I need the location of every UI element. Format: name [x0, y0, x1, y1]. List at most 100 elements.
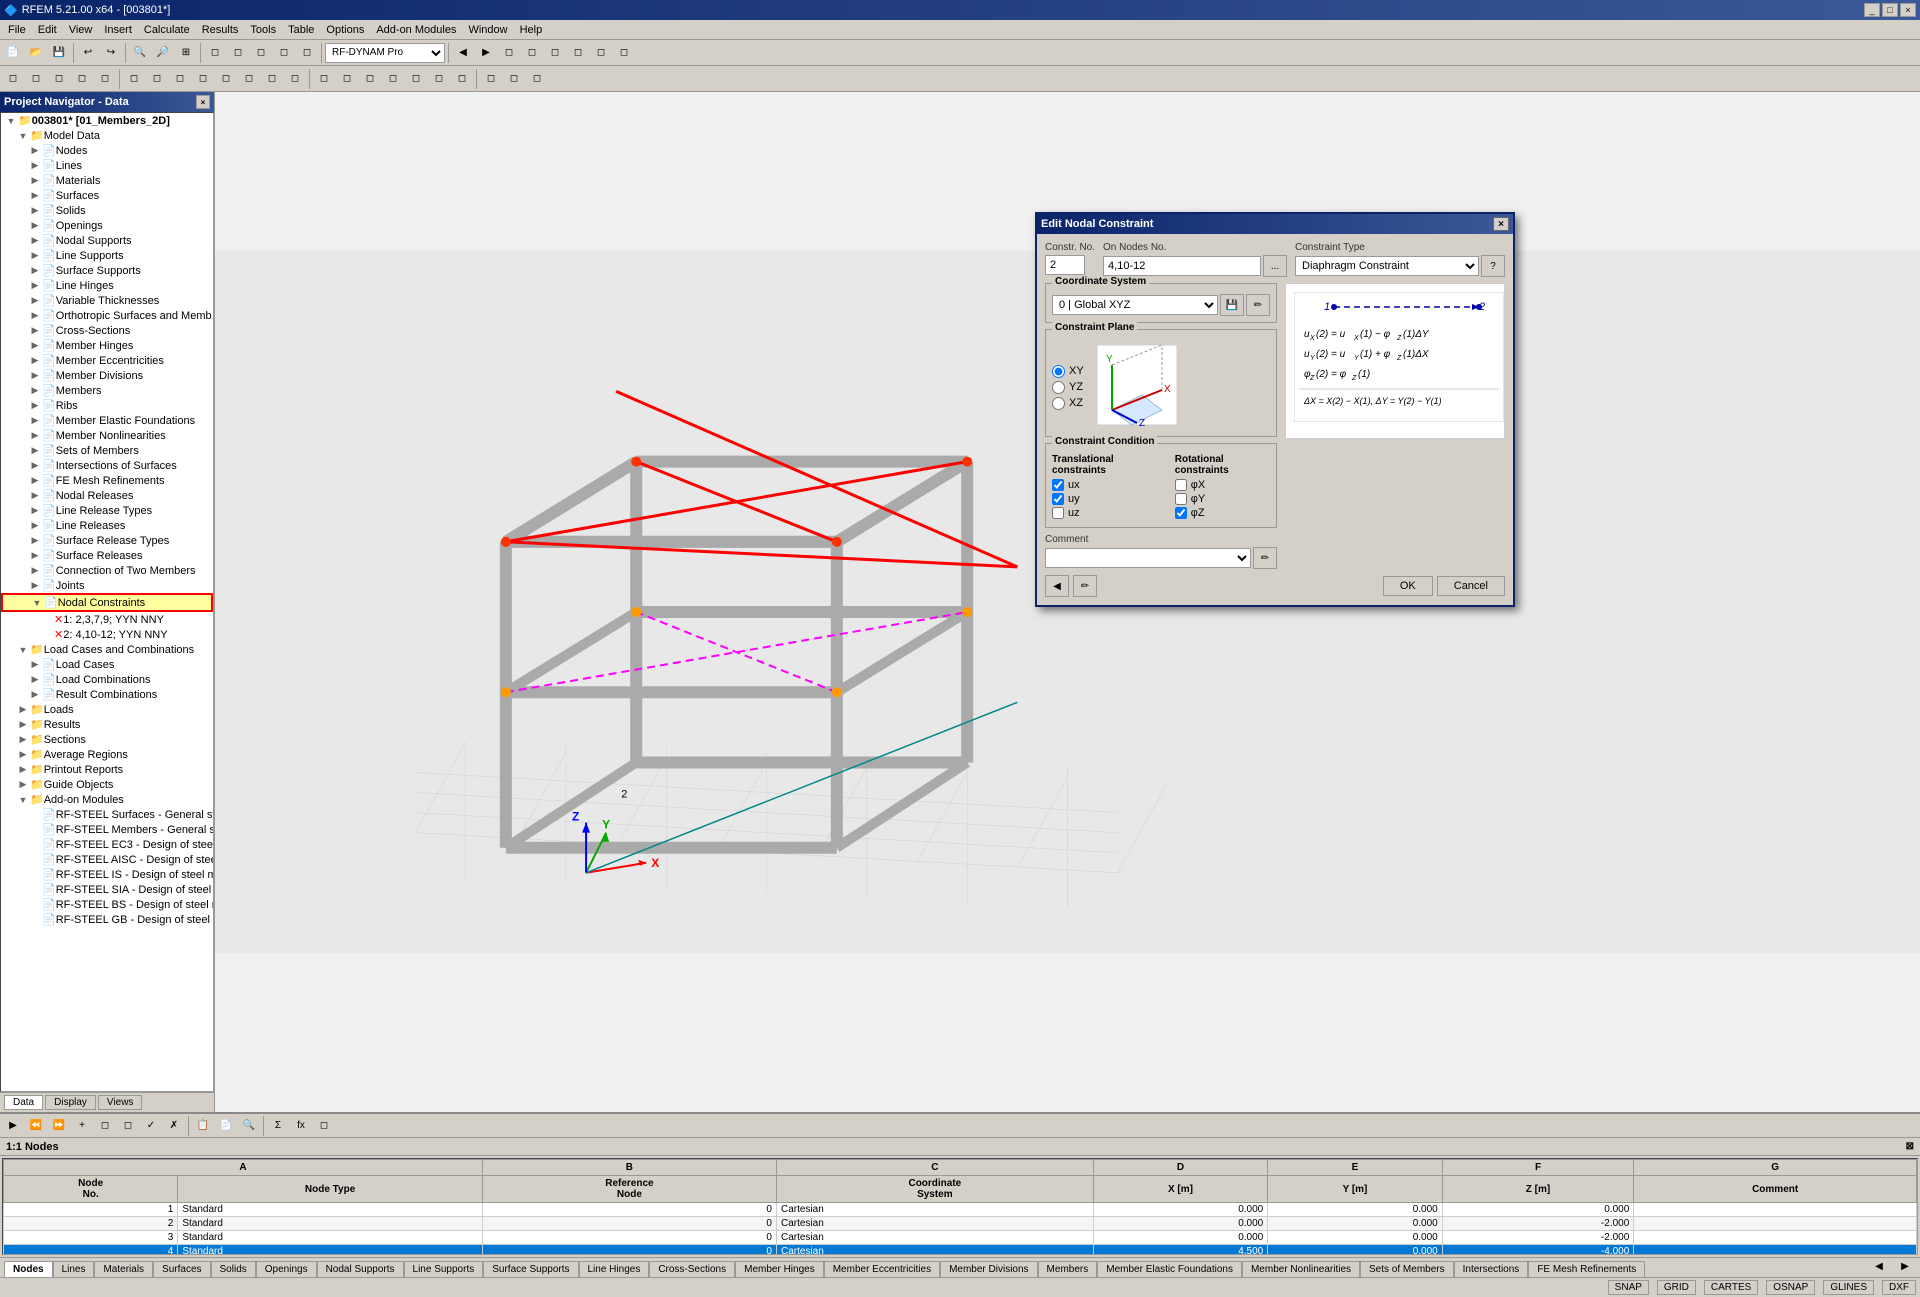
- tree-nodal-constraints[interactable]: ▼ 📄 Nodal Constraints: [1, 593, 213, 612]
- tb-b4[interactable]: ◻: [273, 42, 295, 64]
- tree-materials[interactable]: ▶ 📄 Materials: [1, 173, 213, 188]
- tree-nodal-constraint-2[interactable]: ✕ 2: 4,10-12; YYN NNY: [1, 627, 213, 642]
- tb-b2[interactable]: ◻: [227, 42, 249, 64]
- expand-average-regions[interactable]: ▶: [17, 749, 29, 761]
- expand-rfsteel-surfaces[interactable]: [29, 809, 41, 821]
- tb2-b1[interactable]: ◻: [2, 68, 24, 90]
- tb3-b13[interactable]: fx: [290, 1115, 312, 1137]
- viewport[interactable]: X Y Z 2 Edit Nodal Constraint ×: [215, 92, 1920, 1112]
- minimize-button[interactable]: _: [1864, 3, 1880, 17]
- tab-materials[interactable]: Materials: [94, 1261, 153, 1277]
- tb2-b20[interactable]: ◻: [451, 68, 473, 90]
- tb2-b10[interactable]: ◻: [215, 68, 237, 90]
- expand-lines[interactable]: ▶: [29, 160, 41, 172]
- tree-root[interactable]: ▼ 📁 003801* [01_Members_2D]: [1, 113, 213, 128]
- tb-new[interactable]: 📄: [2, 42, 24, 64]
- tree-rfsteel-surfaces[interactable]: 📄 RF-STEEL Surfaces - General stres...: [1, 807, 213, 822]
- tb3-b10[interactable]: 📄: [215, 1115, 237, 1137]
- tab-nodal-supports[interactable]: Nodal Supports: [317, 1261, 404, 1277]
- tb2-b17[interactable]: ◻: [382, 68, 404, 90]
- expand-load-combinations[interactable]: ▶: [29, 674, 41, 686]
- tree-expand-root[interactable]: ▼: [5, 115, 17, 127]
- tb-b7[interactable]: ◻: [521, 42, 543, 64]
- status-glines[interactable]: GLINES: [1823, 1280, 1874, 1295]
- tb-open[interactable]: 📂: [25, 42, 47, 64]
- tab-openings[interactable]: Openings: [256, 1261, 317, 1277]
- tb3-b6[interactable]: ◻: [117, 1115, 139, 1137]
- tree-ribs[interactable]: ▶ 📄 Ribs: [1, 398, 213, 413]
- expand-rfsteel-gb[interactable]: [29, 914, 41, 926]
- tb2-b9[interactable]: ◻: [192, 68, 214, 90]
- tree-rfsteel-bs[interactable]: 📄 RF-STEEL BS - Design of steel men...: [1, 897, 213, 912]
- expand-rfsteel-members[interactable]: [29, 824, 41, 836]
- tree-surfaces[interactable]: ▶ 📄 Surfaces: [1, 188, 213, 203]
- expand-nodal-releases[interactable]: ▶: [29, 490, 41, 502]
- expand-sections[interactable]: ▶: [17, 734, 29, 746]
- tree-guide-objects[interactable]: ▶ 📁 Guide Objects: [1, 777, 213, 792]
- tree-rfsteel-ec3[interactable]: 📄 RF-STEEL EC3 - Design of steel me...: [1, 837, 213, 852]
- tree-solids[interactable]: ▶ 📄 Solids: [1, 203, 213, 218]
- expand-line-supports[interactable]: ▶: [29, 250, 41, 262]
- expand-load-cases[interactable]: ▶: [29, 659, 41, 671]
- tree-member-hinges[interactable]: ▶ 📄 Member Hinges: [1, 338, 213, 353]
- uy-checkbox[interactable]: [1052, 493, 1064, 505]
- tree-printout-reports[interactable]: ▶ 📁 Printout Reports: [1, 762, 213, 777]
- tb2-b22[interactable]: ◻: [503, 68, 525, 90]
- dialog-prev-button[interactable]: ◀: [1045, 575, 1069, 597]
- tb2-b14[interactable]: ◻: [313, 68, 335, 90]
- tree-line-supports[interactable]: ▶ 📄 Line Supports: [1, 248, 213, 263]
- tb2-b6[interactable]: ◻: [123, 68, 145, 90]
- tb2-b8[interactable]: ◻: [169, 68, 191, 90]
- expand-sets-of-members[interactable]: ▶: [29, 445, 41, 457]
- menu-insert[interactable]: Insert: [98, 22, 138, 38]
- on-nodes-browse-button[interactable]: ...: [1263, 255, 1287, 277]
- expand-loads[interactable]: ▶: [17, 704, 29, 716]
- tree-model-data[interactable]: ▼ 📁 Model Data: [1, 128, 213, 143]
- menu-edit[interactable]: Edit: [32, 22, 63, 38]
- expand-member-hinges[interactable]: ▶: [29, 340, 41, 352]
- tb3-b8[interactable]: ✗: [163, 1115, 185, 1137]
- tree-surface-release-types[interactable]: ▶ 📄 Surface Release Types: [1, 533, 213, 548]
- menu-tools[interactable]: Tools: [244, 22, 282, 38]
- dialog-next-button[interactable]: ✏: [1073, 575, 1097, 597]
- expand-model-data[interactable]: ▼: [17, 130, 29, 142]
- menu-view[interactable]: View: [63, 22, 99, 38]
- tree-rfsteel-members[interactable]: 📄 RF-STEEL Members - General stres...: [1, 822, 213, 837]
- tree-addon-modules[interactable]: ▼ 📁 Add-on Modules: [1, 792, 213, 807]
- on-nodes-input[interactable]: [1103, 256, 1261, 276]
- expand-line-release-types[interactable]: ▶: [29, 505, 41, 517]
- tree-intersections-of-surfaces[interactable]: ▶ 📄 Intersections of Surfaces: [1, 458, 213, 473]
- status-snap[interactable]: SNAP: [1608, 1280, 1649, 1295]
- menu-table[interactable]: Table: [282, 22, 320, 38]
- tb2-b11[interactable]: ◻: [238, 68, 260, 90]
- tb3-b9[interactable]: 📋: [192, 1115, 214, 1137]
- expand-nc-2[interactable]: [41, 629, 53, 641]
- status-osnap[interactable]: OSNAP: [1766, 1280, 1815, 1295]
- tab-scroll-left[interactable]: ◀: [1868, 1257, 1890, 1277]
- tree-members[interactable]: ▶ 📄 Members: [1, 383, 213, 398]
- expand-member-eccentricities[interactable]: ▶: [29, 355, 41, 367]
- tab-member-divisions[interactable]: Member Divisions: [940, 1261, 1037, 1277]
- tree-sets-of-members[interactable]: ▶ 📄 Sets of Members: [1, 443, 213, 458]
- edit-nodal-constraint-dialog[interactable]: Edit Nodal Constraint × Constr. No.: [1035, 212, 1515, 607]
- tree-rfsteel-sia[interactable]: 📄 RF-STEEL SIA - Design of steel me...: [1, 882, 213, 897]
- coord-system-edit-button[interactable]: ✏: [1246, 294, 1270, 316]
- expand-solids[interactable]: ▶: [29, 205, 41, 217]
- constr-no-input[interactable]: [1045, 255, 1085, 275]
- tree-connection-two-members[interactable]: ▶ 📄 Connection of Two Members: [1, 563, 213, 578]
- tab-line-supports[interactable]: Line Supports: [404, 1261, 484, 1277]
- tree-member-eccentricities[interactable]: ▶ 📄 Member Eccentricities: [1, 353, 213, 368]
- tb-b5[interactable]: ◻: [296, 42, 318, 64]
- tb3-b14[interactable]: ◻: [313, 1115, 335, 1137]
- tab-member-elastic-foundations[interactable]: Member Elastic Foundations: [1097, 1261, 1242, 1277]
- tb2-b23[interactable]: ◻: [526, 68, 548, 90]
- nav-tab-display[interactable]: Display: [45, 1095, 96, 1110]
- close-button[interactable]: ×: [1900, 3, 1916, 17]
- tree-line-hinges[interactable]: ▶ 📄 Line Hinges: [1, 278, 213, 293]
- tree-average-regions[interactable]: ▶ 📁 Average Regions: [1, 747, 213, 762]
- expand-results[interactable]: ▶: [17, 719, 29, 731]
- tab-fe-mesh-refinements[interactable]: FE Mesh Refinements: [1528, 1261, 1645, 1277]
- comment-edit-button[interactable]: ✏: [1253, 547, 1277, 569]
- expand-member-elastic-foundations[interactable]: ▶: [29, 415, 41, 427]
- menu-addon[interactable]: Add-on Modules: [370, 22, 462, 38]
